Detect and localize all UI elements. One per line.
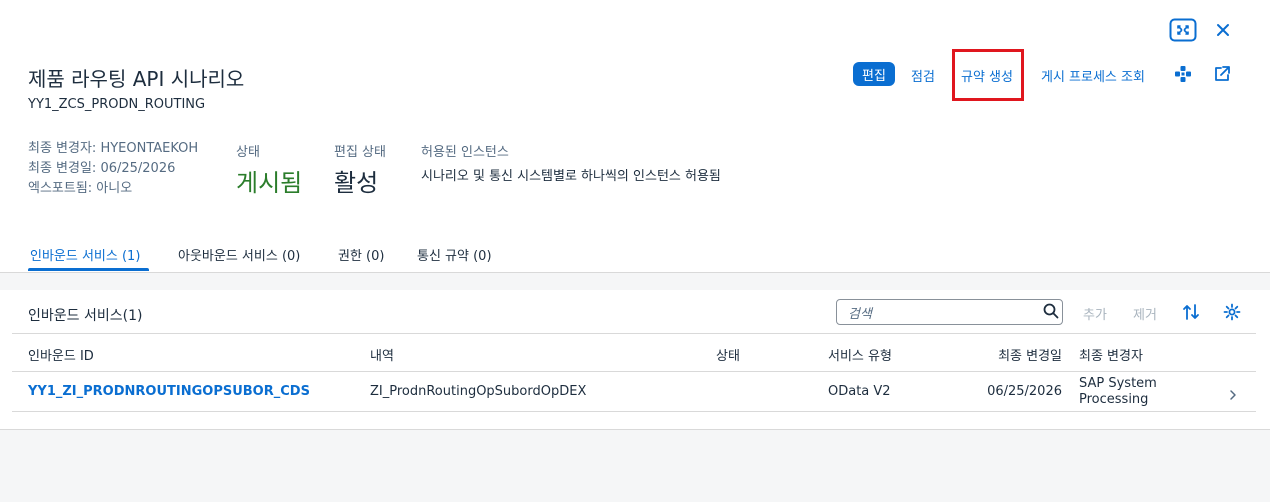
column-header-status[interactable]: 상태 <box>716 345 740 364</box>
tab-authorizations[interactable]: 권한 (0) <box>338 245 384 264</box>
row-navigation-chevron-icon[interactable] <box>1229 386 1237 405</box>
last-changed-by: 최종 변경자: HYEONTAEKOH <box>28 141 199 156</box>
table-bottom-border <box>12 411 1256 412</box>
page-subtitle: YY1_ZCS_PRODN_ROUTING <box>28 97 206 112</box>
view-publish-process-button[interactable]: 게시 프로세스 조회 <box>1041 66 1145 85</box>
column-header-description[interactable]: 내역 <box>370 345 394 364</box>
panel-title: 인바운드 서비스(1) <box>28 308 143 324</box>
sort-icon[interactable] <box>1182 303 1200 325</box>
table-top-border <box>12 333 1256 334</box>
tab-inbound-services[interactable]: 인바운드 서비스 (1) <box>30 245 140 264</box>
edit-status-value: 활성 <box>334 169 379 197</box>
settings-gear-icon[interactable] <box>1223 303 1241 325</box>
tab-outbound-services[interactable]: 아웃바운드 서비스 (0) <box>178 245 300 264</box>
row-last-changed-by-line1: SAP System <box>1079 376 1157 391</box>
edit-status-label: 편집 상태 <box>334 145 386 160</box>
status-label: 상태 <box>236 145 260 160</box>
last-changed-on: 최종 변경일: 06/25/2026 <box>28 161 176 176</box>
column-header-inbound-id[interactable]: 인바운드 ID <box>28 345 94 364</box>
remove-button[interactable]: 제거 <box>1133 304 1157 323</box>
column-header-last-changed-by[interactable]: 최종 변경자 <box>1079 345 1143 364</box>
highlight-box <box>952 49 1024 101</box>
column-header-last-changed-on[interactable]: 최종 변경일 <box>966 345 1062 364</box>
column-header-service-type[interactable]: 서비스 유형 <box>828 345 892 364</box>
row-last-changed-on: 06/25/2026 <box>987 384 1062 399</box>
page-title: 제품 라우팅 API 시나리오 <box>28 67 245 91</box>
network-icon[interactable] <box>1169 62 1197 86</box>
row-last-changed-by-line2: Processing <box>1079 392 1149 407</box>
row-description: ZI_ProdnRoutingOpSubordOpDEX <box>370 384 587 399</box>
add-button[interactable]: 추가 <box>1083 304 1107 323</box>
exported-flag: 엑스포트됨: 아니오 <box>28 181 133 196</box>
row-service-type: OData V2 <box>828 384 891 399</box>
active-tab-indicator <box>28 268 149 271</box>
search-placeholder: 검색 <box>848 307 872 322</box>
close-icon[interactable] <box>1209 18 1237 42</box>
search-icon[interactable] <box>1043 303 1059 323</box>
status-value: 게시됨 <box>236 169 303 197</box>
allowed-instances-value: 시나리오 및 통신 시스템별로 하나씩의 인스턴스 허용됨 <box>421 169 721 184</box>
inbound-id-link[interactable]: YY1_ZI_PRODNROUTINGOPSUBOR_CDS <box>28 384 310 399</box>
edit-button[interactable]: 편집 <box>853 62 895 86</box>
tabs-divider <box>0 272 1270 273</box>
tab-communication-rules[interactable]: 통신 규약 (0) <box>417 245 492 264</box>
allowed-instances-label: 허용된 인스턴스 <box>421 145 509 160</box>
fullscreen-icon[interactable] <box>1169 18 1197 42</box>
object-page-header <box>0 0 1270 273</box>
share-icon[interactable] <box>1208 62 1236 86</box>
check-button[interactable]: 점검 <box>911 66 935 85</box>
